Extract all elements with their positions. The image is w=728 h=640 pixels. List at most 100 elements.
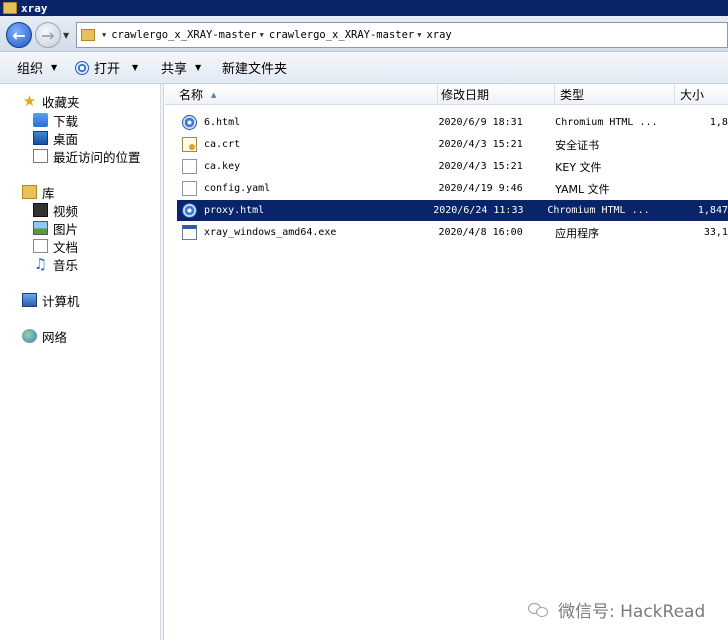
nav-item-pictures[interactable]: 图片 xyxy=(33,219,78,237)
blank-file-icon xyxy=(182,159,197,174)
column-header-label: 大小 xyxy=(680,88,705,102)
file-type: KEY 文件 xyxy=(555,160,602,174)
chevron-down-icon[interactable]: ▼ xyxy=(417,31,421,39)
column-header-date[interactable]: 修改日期 xyxy=(438,84,555,105)
file-size: 1,847 xyxy=(697,205,728,216)
open-button[interactable]: 打开 xyxy=(75,52,120,83)
network-icon xyxy=(22,329,37,343)
back-button[interactable]: ← xyxy=(6,22,32,48)
chevron-down-icon[interactable]: ▼ xyxy=(260,31,264,39)
nav-item-desktop[interactable]: 桌面 xyxy=(33,129,78,147)
library-icon xyxy=(22,185,37,199)
new-folder-label: 新建文件夹 xyxy=(222,62,288,77)
file-size: 2 xyxy=(682,139,728,150)
back-arrow-icon: ← xyxy=(12,25,26,45)
file-row[interactable]: ca.crt 2020/4/3 15:21 安全证书 2 xyxy=(177,134,728,155)
organize-button[interactable]: 组织 ▼ xyxy=(17,52,57,83)
file-list: 6.html 2020/6/9 18:31 Chromium HTML ... … xyxy=(165,105,728,640)
file-row-selected[interactable]: proxy.html 2020/6/24 11:33 Chromium HTML… xyxy=(177,200,728,221)
folder-icon xyxy=(3,2,17,14)
file-row[interactable]: config.yaml 2020/4/19 9:46 YAML 文件 11 xyxy=(177,178,728,199)
file-date: 2020/4/8 16:00 xyxy=(438,227,523,238)
documents-icon xyxy=(33,239,48,253)
file-size: 11 xyxy=(682,183,728,194)
file-date: 2020/4/3 15:21 xyxy=(438,161,523,172)
forward-arrow-icon: → xyxy=(41,25,55,45)
nav-item-music[interactable]: ♫ 音乐 xyxy=(33,255,78,273)
nav-item-label: 最近访问的位置 xyxy=(53,149,141,165)
chevron-down-icon: ▼ xyxy=(132,63,139,72)
file-name: ca.crt xyxy=(204,139,241,150)
video-icon xyxy=(33,203,48,217)
star-icon: ★ xyxy=(22,92,37,110)
file-date: 2020/4/19 9:46 xyxy=(438,183,523,194)
chevron-down-icon[interactable]: ▼ xyxy=(102,31,106,39)
breadcrumb-item[interactable]: xray xyxy=(426,29,451,41)
certificate-icon xyxy=(182,137,197,152)
downloads-icon xyxy=(33,113,48,127)
nav-item-recent-places[interactable]: 最近访问的位置 xyxy=(33,147,141,165)
column-header-row: 名称 ▲ 修改日期 类型 大小 xyxy=(165,84,728,105)
nav-item-favorites[interactable]: ★ 收藏夹 xyxy=(22,92,80,110)
folder-icon xyxy=(81,29,95,41)
blank-file-icon xyxy=(182,181,197,196)
breadcrumb-item[interactable]: crawlergo_x_XRAY-master xyxy=(111,29,256,41)
pane-splitter[interactable] xyxy=(161,84,164,640)
nav-item-label: 下载 xyxy=(53,113,79,129)
nav-item-documents[interactable]: 文档 xyxy=(33,237,78,255)
nav-item-label: 桌面 xyxy=(53,131,79,147)
window-title: xray xyxy=(21,1,48,15)
file-type: YAML 文件 xyxy=(555,182,610,196)
nav-item-label: 库 xyxy=(42,185,55,201)
file-date: 2020/6/9 18:31 xyxy=(438,117,523,128)
file-name: 6.html xyxy=(204,117,241,128)
column-header-type[interactable]: 类型 xyxy=(555,84,675,105)
column-header-label: 名称 xyxy=(179,88,204,102)
open-with-dropdown[interactable]: ▼ xyxy=(132,52,138,83)
file-type: Chromium HTML ... xyxy=(555,117,658,128)
nav-item-label: 收藏夹 xyxy=(42,94,80,110)
file-name: config.yaml xyxy=(204,183,271,194)
file-name: xray_windows_amd64.exe xyxy=(204,227,337,238)
file-date: 2020/4/3 15:21 xyxy=(438,139,523,150)
chromium-html-icon xyxy=(182,115,197,130)
file-date: 2020/6/24 11:33 xyxy=(433,205,524,216)
nav-item-computer[interactable]: 计算机 xyxy=(22,291,80,309)
new-folder-button[interactable]: 新建文件夹 xyxy=(222,52,287,83)
column-header-label: 类型 xyxy=(560,88,585,102)
file-row[interactable]: 6.html 2020/6/9 18:31 Chromium HTML ... … xyxy=(177,112,728,133)
file-size: 2 xyxy=(682,161,728,172)
forward-button[interactable]: → xyxy=(35,22,61,48)
nav-item-downloads[interactable]: 下载 xyxy=(33,111,78,129)
nav-item-label: 音乐 xyxy=(53,257,79,273)
organize-label: 组织 xyxy=(17,62,44,77)
nav-item-label: 图片 xyxy=(53,221,79,237)
watermark: 微信号: HackRead xyxy=(528,597,705,622)
breadcrumb: ▼ crawlergo_x_XRAY-master ▼ crawlergo_x_… xyxy=(99,29,452,41)
music-note-icon: ♫ xyxy=(33,255,48,273)
nav-item-network[interactable]: 网络 xyxy=(22,327,67,345)
desktop-icon xyxy=(33,131,48,145)
file-row[interactable]: xray_windows_amd64.exe 2020/4/8 16:00 应用… xyxy=(177,222,728,243)
file-name: proxy.html xyxy=(204,205,265,216)
sort-ascending-icon: ▲ xyxy=(211,90,217,99)
file-size: 33,112 xyxy=(703,227,728,238)
nav-item-libraries[interactable]: 库 xyxy=(22,183,55,201)
chevron-down-icon: ▼ xyxy=(51,63,58,72)
pictures-icon xyxy=(33,221,48,235)
address-bar[interactable]: ▼ crawlergo_x_XRAY-master ▼ crawlergo_x_… xyxy=(76,22,728,48)
nav-item-label: 视频 xyxy=(53,203,79,219)
chevron-down-icon: ▼ xyxy=(195,63,202,72)
column-header-size[interactable]: 大小 xyxy=(675,84,728,105)
application-icon xyxy=(182,225,197,240)
recent-pages-dropdown[interactable]: ▼ xyxy=(63,31,69,40)
file-row[interactable]: ca.key 2020/4/3 15:21 KEY 文件 2 xyxy=(177,156,728,177)
computer-icon xyxy=(22,293,37,307)
breadcrumb-item[interactable]: crawlergo_x_XRAY-master xyxy=(269,29,414,41)
wechat-icon xyxy=(528,601,550,619)
share-button[interactable]: 共享 ▼ xyxy=(161,52,201,83)
open-label: 打开 xyxy=(94,62,121,77)
file-name: ca.key xyxy=(204,161,241,172)
column-header-name[interactable]: 名称 ▲ xyxy=(165,84,438,105)
nav-item-videos[interactable]: 视频 xyxy=(33,201,78,219)
